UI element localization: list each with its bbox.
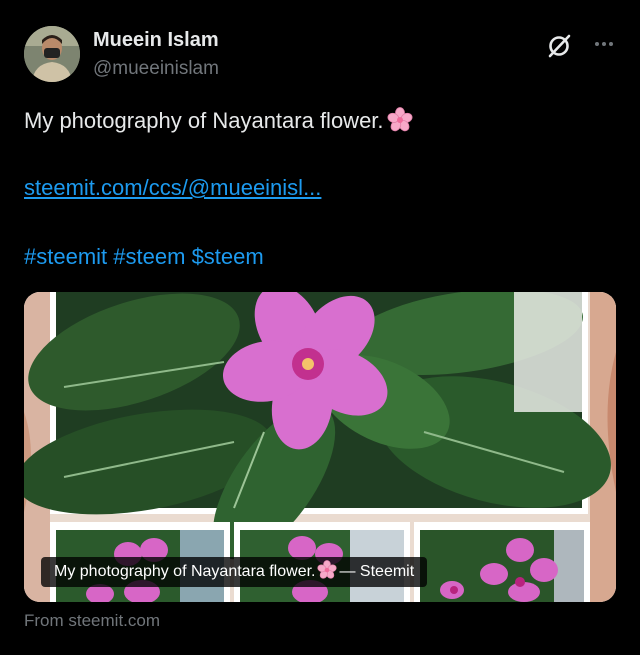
- avatar[interactable]: [24, 26, 80, 82]
- link-preview-card[interactable]: [24, 292, 616, 602]
- card-source[interactable]: From steemit.com: [24, 611, 160, 631]
- card-caption-text: My photography of Nayantara flower.: [54, 563, 316, 580]
- tweet-link[interactable]: steemit.com/ccs/@mueeinisl...: [24, 175, 321, 201]
- card-caption: My photography of Nayantara flower. — St…: [41, 557, 428, 587]
- tweet-text-content: My photography of Nayantara flower.: [24, 108, 384, 133]
- cherry-blossom-icon: [317, 560, 338, 591]
- hashtag-steem[interactable]: #steem: [113, 244, 185, 269]
- card-image: [24, 292, 616, 602]
- tweet-text: My photography of Nayantara flower.: [24, 107, 413, 139]
- avatar-image: [24, 26, 80, 82]
- more-icon[interactable]: [590, 34, 618, 54]
- hashtags: #steemit #steem $steem: [24, 244, 264, 270]
- author-display-name[interactable]: Mueein Islam: [93, 29, 219, 52]
- author-handle[interactable]: @mueeinislam: [93, 58, 219, 80]
- hashtag-steemit[interactable]: #steemit: [24, 244, 107, 269]
- cashtag-steem[interactable]: $steem: [192, 244, 264, 269]
- grok-icon[interactable]: [546, 33, 572, 59]
- cherry-blossom-icon: [387, 107, 413, 139]
- card-caption-site: — Steemit: [339, 563, 415, 580]
